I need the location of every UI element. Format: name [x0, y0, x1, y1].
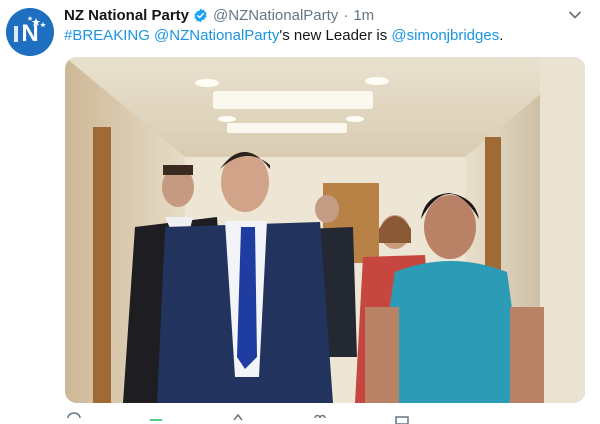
verified-badge-icon — [193, 8, 208, 23]
reply-icon[interactable] — [66, 412, 82, 424]
hashtag-link[interactable]: #BREAKING — [64, 27, 150, 44]
mention-link-party[interactable]: @NZNationalParty — [154, 27, 279, 44]
tweet-text: #BREAKING @NZNationalParty's new Leader … — [64, 26, 580, 46]
tweet-actions — [64, 412, 484, 424]
tweet-photo[interactable] — [65, 57, 585, 403]
retweet-icon[interactable] — [148, 412, 164, 424]
like-icon[interactable] — [312, 412, 328, 424]
tweet-timestamp[interactable]: 1m — [353, 7, 374, 24]
tweet: N NZ National Party @NZNationalParty · 1… — [0, 0, 600, 424]
tweet-header: NZ National Party @NZNationalParty · 1m — [64, 4, 580, 26]
avatar[interactable]: N — [6, 8, 54, 56]
share-icon[interactable] — [230, 412, 246, 424]
meta-separator: · — [343, 6, 349, 24]
author-name[interactable]: NZ National Party — [64, 7, 189, 24]
tweet-text-end: . — [499, 27, 504, 44]
chevron-down-icon[interactable] — [568, 8, 582, 22]
mention-link-simonjbridges[interactable]: @simonjbridges — [391, 27, 499, 44]
tweet-text-middle: 's new Leader is — [279, 27, 392, 44]
author-handle[interactable]: @NZNationalParty — [213, 7, 338, 24]
photo-image — [65, 57, 585, 403]
nz-national-party-logo-icon: N — [6, 8, 54, 56]
message-icon[interactable] — [394, 412, 410, 424]
svg-text:N: N — [21, 20, 38, 47]
